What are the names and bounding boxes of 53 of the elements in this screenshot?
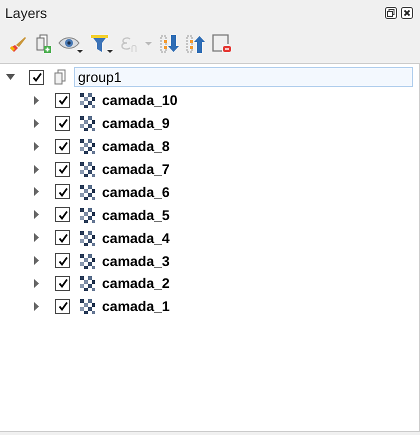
layer-name[interactable]: camada_8 <box>102 138 170 154</box>
expand-arrow-icon[interactable] <box>32 210 41 220</box>
layer-name[interactable]: camada_9 <box>102 115 170 132</box>
checkbox[interactable] <box>55 138 70 154</box>
raster-layer-icon <box>79 161 95 177</box>
raster-layer-icon <box>79 115 95 132</box>
layer-name[interactable]: camada_3 <box>102 252 170 269</box>
collapse-all-icon[interactable] <box>186 34 206 54</box>
raster-layer-icon <box>79 252 95 269</box>
checkbox[interactable] <box>55 298 70 314</box>
raster-layer-icon <box>79 230 95 246</box>
expand-arrow-icon[interactable] <box>32 302 41 311</box>
layer-name[interactable]: camada_5 <box>102 206 170 223</box>
group-icon <box>53 69 67 86</box>
layer-name[interactable]: camada_10 <box>102 92 178 108</box>
expand-all-icon[interactable] <box>160 34 180 54</box>
checkbox[interactable] <box>55 116 70 131</box>
layer-name[interactable]: camada_4 <box>102 230 170 246</box>
checkbox[interactable] <box>55 207 70 222</box>
layer-name[interactable]: camada_7 <box>102 161 170 177</box>
panel-title: Layers <box>5 5 48 21</box>
checkbox[interactable] <box>55 92 70 108</box>
raster-layer-icon <box>79 206 95 223</box>
expand-arrow-icon[interactable] <box>32 256 41 266</box>
close-icon[interactable] <box>400 6 414 20</box>
expand-arrow-icon[interactable] <box>32 96 41 105</box>
remove-layer-icon[interactable] <box>212 34 232 54</box>
raster-layer-icon <box>79 92 95 108</box>
rename-field[interactable]: group1 <box>74 67 413 88</box>
expand-arrow-icon[interactable] <box>32 164 41 174</box>
raster-layer-icon <box>79 298 95 314</box>
checkbox[interactable] <box>55 230 70 246</box>
raster-layer-icon <box>79 184 95 200</box>
checkbox[interactable] <box>55 162 70 176</box>
checkbox[interactable] <box>55 276 70 291</box>
layer-name[interactable]: camada_6 <box>102 184 170 200</box>
paintbrush-icon[interactable] <box>8 35 28 53</box>
layer-name[interactable]: camada_1 <box>102 298 170 314</box>
checkbox[interactable] <box>55 253 70 268</box>
collapse-arrow-icon[interactable] <box>6 74 15 80</box>
expand-arrow-icon[interactable] <box>32 187 41 196</box>
expand-arrow-icon[interactable] <box>32 233 41 242</box>
checkbox[interactable] <box>29 70 44 85</box>
expand-arrow-icon[interactable] <box>32 278 41 288</box>
raster-layer-icon <box>79 138 95 154</box>
expand-arrow-icon[interactable] <box>32 142 41 151</box>
float-icon[interactable] <box>384 6 398 20</box>
expand-arrow-icon[interactable] <box>32 118 41 128</box>
checkbox[interactable] <box>55 184 70 200</box>
filter-icon[interactable] <box>90 34 114 54</box>
add-group-icon[interactable] <box>34 34 52 54</box>
raster-layer-icon <box>79 275 95 292</box>
layer-name[interactable]: camada_2 <box>102 275 170 292</box>
